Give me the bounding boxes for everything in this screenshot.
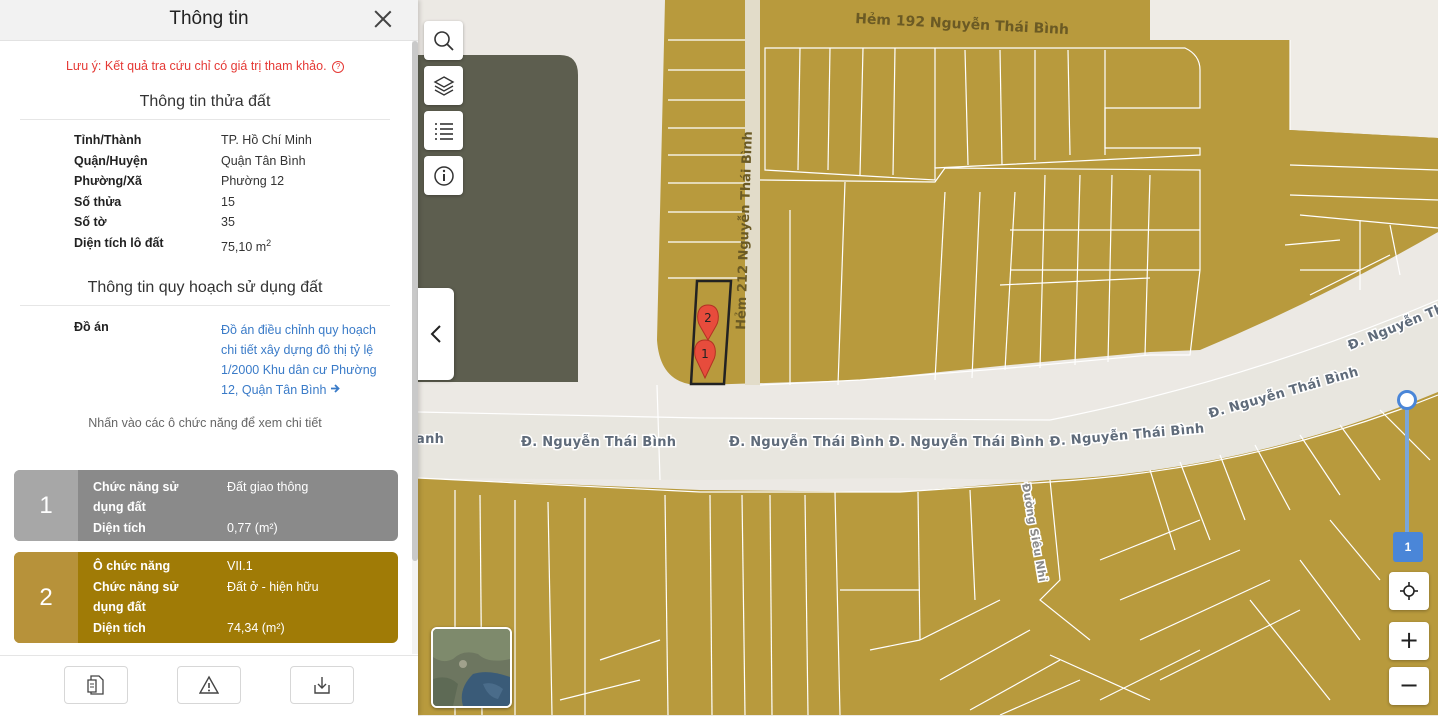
panel-title: Thông tin: [169, 8, 249, 29]
function-row-label: Chức năng sử dụng đất: [93, 480, 179, 514]
function-row-value: Đất giao thông: [227, 480, 309, 494]
function-row-label: Diện tích: [93, 620, 146, 635]
function-row-value: 74,34 (m²): [227, 620, 285, 635]
disclaimer-note: Lưu ý: Kết quả tra cứu chỉ có giá trị th…: [0, 59, 410, 77]
land-info-table: Tỉnh/Thành TP. Hồ Chí Minh Quận/Huyện Quận…: [74, 130, 312, 257]
function-row: Ô chức năng VII.1: [93, 556, 398, 577]
plan-link-text: Đồ án điều chỉnh quy hoạch chi tiết xây …: [221, 322, 377, 397]
download-button[interactable]: [290, 666, 354, 704]
zoom-level-badge: 1: [1393, 532, 1423, 562]
function-card-body: Chức năng sử dụng đất Đất giao thông Diện…: [78, 470, 398, 541]
report-button[interactable]: [177, 666, 241, 704]
land-info-value: Phường 12: [221, 174, 285, 188]
function-row: Diện tích 74,34 (m²): [93, 618, 398, 639]
map-list-button[interactable]: [424, 111, 463, 150]
function-hint: Nhấn vào các ô chức năng để xem chi tiết: [88, 415, 322, 430]
plan-section-title: Thông tin quy hoạch sử dụng đất: [20, 279, 390, 306]
street-label-nguyen-thai-binh-1: Đ. Nguyễn Thái Bình: [521, 435, 676, 450]
land-info-label: Số thửa: [74, 194, 122, 209]
land-info-row: Tỉnh/Thành TP. Hồ Chí Minh: [74, 130, 312, 151]
land-info-value: 35: [221, 215, 235, 229]
collapse-panel-button[interactable]: [418, 288, 454, 380]
function-row-value: Đất ở - hiện hữu: [227, 579, 319, 594]
function-row: Diện tích 0,77 (m²): [93, 518, 398, 539]
info-icon: [434, 166, 454, 186]
document-button[interactable]: [64, 666, 128, 704]
function-row: Chức năng sử dụng đất Đất giao thông: [93, 477, 398, 518]
panel-footer: [0, 655, 418, 716]
function-card-number: 2: [14, 552, 78, 643]
help-icon[interactable]: ?: [332, 60, 345, 73]
crosshair-icon: [1400, 582, 1418, 600]
list-icon: [435, 123, 453, 140]
search-icon: [434, 31, 454, 51]
land-info-label: Phường/Xã: [74, 174, 142, 188]
land-info-row: Phường/Xã Phường 12: [74, 171, 312, 192]
download-icon: [314, 677, 330, 694]
zoom-slider-handle[interactable]: [1397, 390, 1417, 410]
land-area-number: 75,10 m: [221, 239, 267, 254]
zoom-out-button[interactable]: −: [1389, 667, 1429, 705]
marker-2-label: 2: [704, 311, 712, 325]
land-info-row: Quận/Huyện Quận Tân Bình: [74, 151, 312, 172]
land-info-row: Số tờ 35: [74, 212, 312, 233]
arrow-right-icon: [330, 384, 340, 393]
land-info-label: Diện tích lô đất: [74, 235, 164, 250]
zoom-in-button[interactable]: +: [1389, 622, 1429, 660]
document-icon: [87, 675, 104, 695]
disclaimer-text: Lưu ý: Kết quả tra cứu chỉ có giá trị th…: [65, 59, 327, 73]
function-card-1[interactable]: 1 Chức năng sử dụng đất Đất giao thông Di…: [14, 470, 398, 541]
map-layers-button[interactable]: [424, 66, 463, 105]
panel-header: Thông tin: [0, 0, 418, 41]
zoom-slider-fill: [1405, 402, 1409, 537]
land-info-value: 15: [221, 194, 235, 209]
zoom-slider-track[interactable]: [1405, 402, 1409, 537]
marker-1-label: 1: [701, 347, 709, 361]
plan-link[interactable]: Đồ án điều chỉnh quy hoạch chi tiết xây …: [221, 320, 386, 400]
land-info-label: Quận/Huyện: [74, 153, 148, 168]
function-row-value: 0,77 (m²): [227, 521, 278, 535]
chevron-left-icon: [430, 325, 441, 343]
land-info-label: Số tờ: [74, 215, 107, 229]
locate-button[interactable]: [1389, 572, 1429, 610]
land-info-value: Quận Tân Bình: [221, 153, 306, 168]
land-section-title: Thông tin thửa đất: [20, 93, 390, 120]
warning-icon: [199, 675, 219, 694]
satellite-thumbnail: [433, 629, 510, 706]
land-info-value: TP. Hồ Chí Minh: [221, 133, 312, 147]
land-area-value: 75,10 m2: [221, 233, 312, 257]
function-card-body: Ô chức năng VII.1 Chức năng sử dụng đất Đấ…: [78, 552, 398, 643]
street-label-nguyen-thai-binh-2: Đ. Nguyễn Thái Bình: [729, 435, 884, 450]
plan-row: Đồ án Đồ án điều chỉnh quy hoạch chi tiế…: [74, 320, 410, 400]
function-row-label: Diện tích: [93, 521, 146, 535]
street-label-nguyen-thai-binh-3: Đ. Nguyễn Thái Bình: [889, 435, 1044, 450]
land-info-row: Diện tích lô đất 75,10 m2: [74, 233, 312, 257]
map-info-button[interactable]: [424, 156, 463, 195]
map-search-button[interactable]: [424, 21, 463, 60]
close-icon[interactable]: [372, 8, 394, 30]
layers-icon: [433, 76, 455, 96]
function-row: Chức năng sử dụng đất Đất ở - hiện hữu: [93, 577, 398, 618]
function-row-value: VII.1: [227, 559, 253, 573]
function-row-label: Chức năng sử dụng đất: [93, 579, 179, 614]
plan-label: Đồ án: [74, 319, 109, 334]
land-area-unit-sup: 2: [266, 237, 272, 248]
function-card-2[interactable]: 2 Ô chức năng VII.1 Chức năng sử dụng đất…: [14, 552, 398, 643]
land-info-label: Tỉnh/Thành: [74, 133, 142, 147]
function-card-number: 1: [14, 470, 78, 541]
minimap-satellite[interactable]: [431, 627, 512, 708]
land-info-row: Số thửa 15: [74, 192, 312, 213]
info-panel: Thông tin Lưu ý: Kết quả tra cứu chỉ có …: [0, 0, 418, 716]
function-row-label: Ô chức năng: [93, 559, 171, 573]
street-label-fragment: anh: [416, 432, 444, 447]
